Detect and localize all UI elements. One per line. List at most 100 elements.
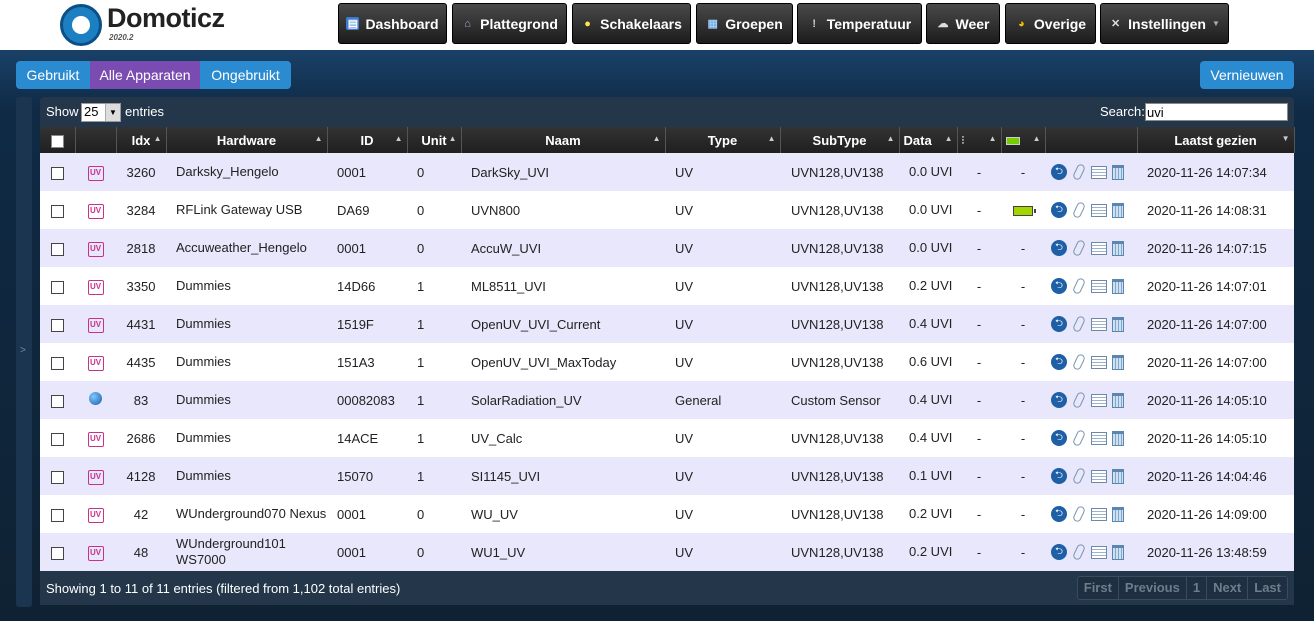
edit-icon[interactable] [1071, 429, 1087, 447]
nav-groepen[interactable]: ▦ Groepen [696, 3, 793, 44]
edit-icon[interactable] [1071, 353, 1087, 371]
log-icon[interactable]: ⮌ [1051, 354, 1067, 370]
details-icon[interactable] [1091, 545, 1107, 559]
sort-icon: ▲ [988, 134, 997, 143]
details-icon[interactable] [1091, 469, 1107, 483]
row-checkbox[interactable] [51, 280, 64, 294]
row-checkbox[interactable] [51, 470, 64, 484]
details-icon[interactable] [1091, 355, 1107, 369]
details-icon[interactable] [1091, 393, 1107, 407]
select-all-checkbox[interactable] [50, 134, 64, 148]
pager-last[interactable]: Last [1248, 577, 1287, 599]
log-icon[interactable]: ⮌ [1051, 202, 1067, 218]
filter-all-button[interactable]: Alle Apparaten [90, 61, 200, 89]
row-checkbox[interactable] [51, 318, 64, 332]
row-checkbox[interactable] [51, 356, 64, 370]
sidebar-toggle[interactable]: > [16, 97, 32, 607]
log-icon[interactable]: ⮌ [1051, 430, 1067, 446]
nav-plattegrond[interactable]: ⌂ Plattegrond [452, 3, 567, 44]
pager-previous[interactable]: Previous [1118, 577, 1187, 599]
edit-icon[interactable] [1071, 505, 1087, 523]
pager-next[interactable]: Next [1207, 577, 1249, 599]
row-checkbox[interactable] [51, 242, 64, 256]
cell-name: SolarRadiation_UV [471, 392, 582, 408]
filter-ongebruikt-button[interactable]: Ongebruikt [200, 61, 291, 89]
delete-icon[interactable] [1112, 544, 1124, 560]
cell-unit: 1 [417, 468, 425, 484]
nav-overige[interactable]: ◕ Overige [1005, 3, 1096, 44]
details-icon[interactable] [1091, 241, 1107, 255]
col-last-seen[interactable]: Laatst gezien ▼ [1137, 127, 1295, 153]
pager-page[interactable]: 1 [1186, 577, 1208, 599]
edit-icon[interactable] [1071, 201, 1087, 219]
log-icon[interactable]: ⮌ [1051, 544, 1067, 560]
col-hardware[interactable]: Hardware ▲ [166, 127, 328, 153]
delete-icon[interactable] [1112, 240, 1124, 256]
col-battery[interactable]: ▲ [1001, 127, 1046, 153]
cell-hardware: Dummies [176, 278, 231, 293]
details-icon[interactable] [1091, 431, 1107, 445]
cell-data: 0.0 UVI [909, 202, 953, 217]
row-checkbox[interactable] [51, 546, 64, 560]
row-checkbox[interactable] [51, 432, 64, 446]
edit-icon[interactable] [1071, 239, 1087, 257]
col-subtype[interactable]: SubType ▲ [780, 127, 900, 153]
col-id[interactable]: ID ▲ [327, 127, 408, 153]
log-icon[interactable]: ⮌ [1051, 468, 1067, 484]
log-icon[interactable]: ⮌ [1051, 278, 1067, 294]
pager-first[interactable]: First [1077, 577, 1119, 599]
cell-hardware: Dummies [176, 354, 231, 369]
log-icon[interactable]: ⮌ [1051, 392, 1067, 408]
refresh-button[interactable]: Vernieuwen [1200, 61, 1294, 89]
col-signal[interactable]: ⫶ ▲ [957, 127, 1002, 153]
cell-idx: 2818 [126, 240, 156, 256]
delete-icon[interactable] [1112, 164, 1124, 180]
nav-label: Overige [1033, 15, 1087, 32]
filter-gebruikt-button[interactable]: Gebruikt [16, 61, 90, 89]
delete-icon[interactable] [1112, 430, 1124, 446]
delete-icon[interactable] [1112, 202, 1124, 218]
row-checkbox[interactable] [51, 204, 64, 218]
row-checkbox[interactable] [51, 394, 64, 408]
delete-icon[interactable] [1112, 354, 1124, 370]
select-all-header[interactable] [40, 127, 76, 153]
col-data[interactable]: Data ▲ [899, 127, 958, 153]
cell-name: WU_UV [471, 506, 518, 522]
delete-icon[interactable] [1112, 278, 1124, 294]
edit-icon[interactable] [1071, 315, 1087, 333]
col-unit[interactable]: Unit ▲ [407, 127, 462, 153]
log-icon[interactable]: ⮌ [1051, 240, 1067, 256]
log-icon[interactable]: ⮌ [1051, 316, 1067, 332]
nav-weer[interactable]: ☁ Weer [926, 3, 1000, 44]
details-icon[interactable] [1091, 317, 1107, 331]
log-icon[interactable]: ⮌ [1051, 506, 1067, 522]
row-checkbox[interactable] [51, 508, 64, 522]
log-icon[interactable]: ⮌ [1051, 164, 1067, 180]
edit-icon[interactable] [1071, 163, 1087, 181]
nav-schakelaars[interactable]: ● Schakelaars [572, 3, 691, 44]
search-input[interactable] [1145, 103, 1288, 121]
col-type[interactable]: Type ▲ [665, 127, 781, 153]
edit-icon[interactable] [1071, 543, 1087, 561]
edit-icon[interactable] [1071, 277, 1087, 295]
delete-icon[interactable] [1112, 506, 1124, 522]
pagination: First Previous 1 Next Last [1076, 576, 1288, 600]
edit-icon[interactable] [1071, 391, 1087, 409]
col-label: ID [360, 132, 374, 148]
details-icon[interactable] [1091, 279, 1107, 293]
edit-icon[interactable] [1071, 467, 1087, 485]
details-icon[interactable] [1091, 203, 1107, 217]
delete-icon[interactable] [1112, 392, 1124, 408]
delete-icon[interactable] [1112, 468, 1124, 484]
page-size-select[interactable]: 25 ▼ [81, 103, 121, 122]
col-idx[interactable]: Idx ▲ [116, 127, 167, 153]
col-naam[interactable]: Naam ▲ [461, 127, 666, 153]
details-icon[interactable] [1091, 507, 1107, 521]
details-icon[interactable] [1091, 165, 1107, 179]
delete-icon[interactable] [1112, 316, 1124, 332]
row-checkbox[interactable] [51, 166, 64, 180]
nav-temperatuur[interactable]: ! Temperatuur [797, 3, 922, 44]
nav-dashboard[interactable]: ▤ Dashboard [338, 3, 447, 44]
cell-battery: - [1001, 381, 1045, 419]
nav-instellingen[interactable]: ✕ Instellingen ▼ [1100, 3, 1229, 44]
